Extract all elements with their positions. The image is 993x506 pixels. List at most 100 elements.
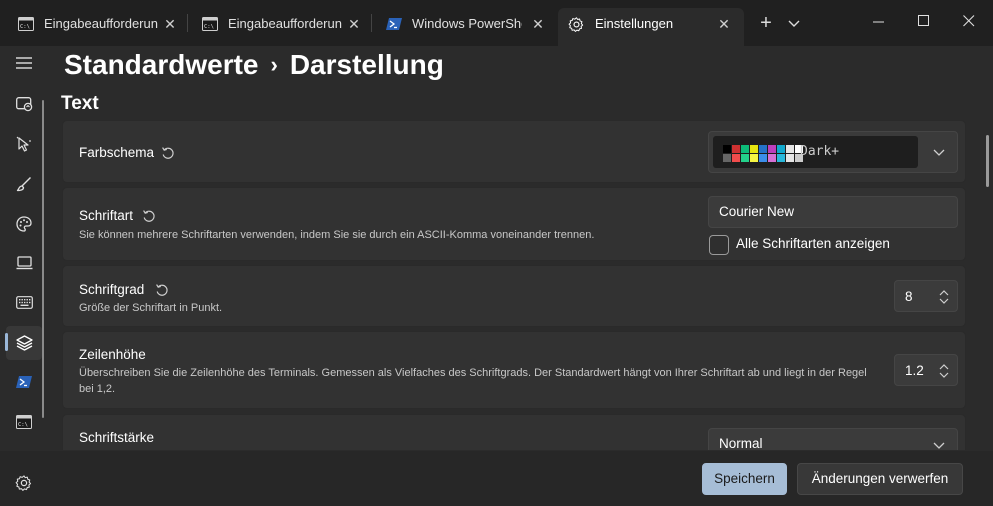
color-swatch xyxy=(768,145,776,153)
color-swatch xyxy=(741,154,749,162)
nav-item-cmd-profile[interactable]: C:\ xyxy=(6,406,42,440)
setting-description: Sie können mehrere Schriftarten verwende… xyxy=(79,229,595,241)
cursor-click-icon xyxy=(16,136,31,152)
color-swatch xyxy=(723,145,731,153)
spin-arrows-icon[interactable] xyxy=(939,364,949,378)
close-icon[interactable]: ✕ xyxy=(162,16,178,32)
navigation-rail: C:\ xyxy=(0,46,48,506)
setting-title: Schriftstärke xyxy=(79,430,155,445)
setting-card-color-scheme: Farbschema Dark+ xyxy=(62,120,966,183)
nav-item-color-schemes[interactable] xyxy=(6,207,42,241)
close-window-button[interactable] xyxy=(946,8,992,36)
close-icon xyxy=(963,15,975,27)
close-icon[interactable]: ✕ xyxy=(346,16,362,32)
chevron-down-icon xyxy=(933,442,945,449)
maximize-button[interactable] xyxy=(901,8,947,36)
powershell-icon xyxy=(16,376,32,388)
menu-button[interactable] xyxy=(6,47,42,81)
setting-description: Überschreiben Sie die Zeilenhöhe des Ter… xyxy=(79,367,867,395)
setting-title: Zeilenhöhe xyxy=(79,347,146,362)
cmd-icon: C:\ xyxy=(18,17,34,31)
setting-title: Schriftgrad xyxy=(79,282,145,297)
font-face-input[interactable]: Courier New xyxy=(708,196,958,228)
content-scrollbar[interactable] xyxy=(986,135,989,187)
spin-arrows-icon[interactable] xyxy=(939,290,949,304)
color-swatch xyxy=(750,145,758,153)
color-scheme-dropdown[interactable]: Dark+ xyxy=(708,131,958,173)
cmd-icon: C:\ xyxy=(202,17,218,31)
minimize-icon xyxy=(873,21,884,23)
tab-dropdown-button[interactable] xyxy=(784,12,804,36)
section-title: Text xyxy=(61,93,99,114)
tab-powershell[interactable]: Windows PowerShel ✕ xyxy=(370,9,554,39)
nav-item-appearance[interactable] xyxy=(6,167,42,201)
setting-description: Größe der Schriftart in Punkt. xyxy=(79,302,223,314)
nav-item-rendering[interactable] xyxy=(6,247,42,281)
setting-card-font-face: Schriftart Sie können mehrere Schriftart… xyxy=(62,187,966,261)
color-swatch xyxy=(777,154,785,162)
line-height-spinner[interactable]: 1.2 xyxy=(894,354,958,386)
color-swatch xyxy=(759,154,767,162)
minimize-button[interactable] xyxy=(856,8,902,36)
layers-icon xyxy=(16,335,33,351)
hamburger-menu-icon xyxy=(16,57,32,69)
show-all-fonts-label[interactable]: Alle Schriftarten anzeigen xyxy=(736,236,890,251)
color-swatches xyxy=(723,145,803,162)
startup-icon xyxy=(16,97,33,112)
new-tab-button[interactable]: + xyxy=(754,12,778,36)
font-size-spinner[interactable]: 8 xyxy=(894,280,958,312)
tab-settings[interactable]: Einstellungen ✕ xyxy=(558,8,744,46)
cmd-icon: C:\ xyxy=(16,415,32,429)
color-swatch xyxy=(741,145,749,153)
gear-icon xyxy=(568,17,584,32)
color-swatch xyxy=(750,154,758,162)
color-scheme-name: Dark+ xyxy=(800,144,840,159)
nav-scrollbar[interactable] xyxy=(42,100,44,418)
brush-icon xyxy=(16,177,31,192)
nav-selection-indicator xyxy=(5,333,8,351)
reset-icon[interactable] xyxy=(155,283,169,297)
close-icon[interactable]: ✕ xyxy=(716,16,732,32)
font-weight-dropdown[interactable]: Normal xyxy=(708,428,958,450)
color-swatch xyxy=(768,154,776,162)
setting-card-font-weight: Schriftstärke Normal xyxy=(62,414,966,450)
show-all-fonts-checkbox[interactable] xyxy=(709,235,729,255)
color-swatch xyxy=(777,145,785,153)
settings-list: Farbschema Dark+ Schriftart Sie können m… xyxy=(60,118,970,450)
line-height-value: 1.2 xyxy=(905,363,924,378)
save-button[interactable]: Speichern xyxy=(702,463,787,495)
tab-label: Windows PowerShel xyxy=(412,16,522,31)
discard-changes-button[interactable]: Änderungen verwerfen xyxy=(797,463,963,495)
close-icon[interactable]: ✕ xyxy=(530,16,546,32)
setting-card-font-size: Schriftgrad Größe der Schriftart in Punk… xyxy=(62,265,966,327)
nav-item-actions[interactable] xyxy=(6,287,42,321)
open-json-settings-button[interactable] xyxy=(15,474,33,492)
setting-card-line-height: Zeilenhöhe Überschreiben Sie die Zeilenh… xyxy=(62,331,966,409)
font-weight-value: Normal xyxy=(719,436,763,450)
chevron-down-icon xyxy=(933,149,945,156)
footer-bar: Speichern Änderungen verwerfen xyxy=(0,451,993,506)
settings-panel: C:\ Standardwerte › Darstellung Text Farbs… xyxy=(0,46,993,506)
breadcrumb-parent[interactable]: Standardwerte xyxy=(64,49,259,80)
color-swatch xyxy=(786,154,794,162)
svg-text:C:\: C:\ xyxy=(204,24,214,30)
tab-label: Eingabeaufforderun xyxy=(228,16,342,31)
laptop-icon xyxy=(16,256,33,270)
color-swatch xyxy=(732,154,740,162)
tab-command-prompt-1[interactable]: C:\ Eingabeaufforderun ✕ xyxy=(2,9,186,39)
reset-icon[interactable] xyxy=(142,209,156,223)
font-face-value: Courier New xyxy=(719,204,795,219)
nav-item-interaction[interactable] xyxy=(6,127,42,161)
reset-icon[interactable] xyxy=(161,146,175,160)
tab-label: Einstellungen xyxy=(595,16,674,31)
nav-item-startup[interactable] xyxy=(6,87,42,121)
nav-item-defaults[interactable] xyxy=(6,326,42,360)
setting-title: Farbschema xyxy=(79,145,155,160)
tab-command-prompt-2[interactable]: C:\ Eingabeaufforderun ✕ xyxy=(186,9,370,39)
breadcrumb-current: Darstellung xyxy=(289,49,444,80)
font-size-value: 8 xyxy=(905,289,913,304)
svg-text:C:\: C:\ xyxy=(18,422,28,428)
nav-item-powershell-profile[interactable] xyxy=(6,366,42,400)
keyboard-icon xyxy=(16,296,33,309)
powershell-icon xyxy=(386,18,402,30)
